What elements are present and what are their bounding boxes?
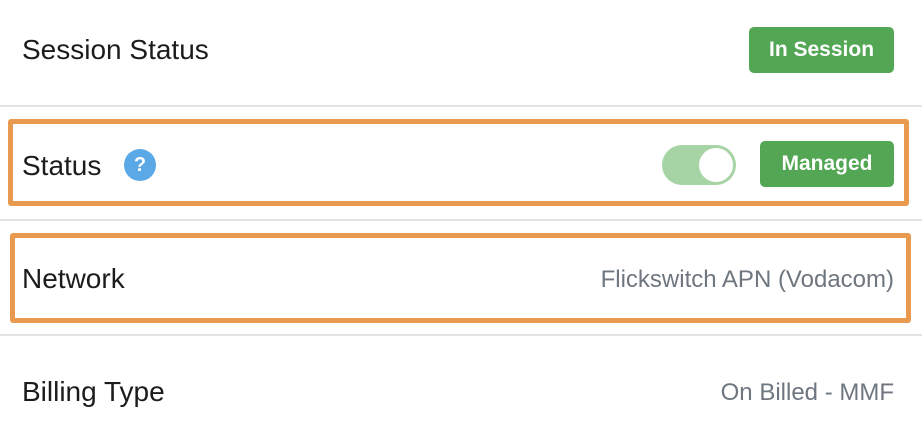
session-status-label: Session Status [22, 34, 209, 65]
session-status-row: Session Status In Session [0, 0, 922, 106]
billing-type-value: On Billed - MMF [720, 379, 894, 406]
sim-details-panel: Session Status In Session Status ? Manag… [0, 0, 922, 442]
billing-type-row: Billing Type On Billed - MMF [0, 336, 922, 442]
network-value: Flickswitch APN (Vodacom) [600, 266, 894, 293]
toggle-knob [699, 148, 733, 182]
status-label: Status [22, 150, 102, 181]
question-circle-icon[interactable]: ? [124, 149, 156, 181]
session-status-badge: In Session [749, 27, 894, 73]
network-label: Network [22, 263, 125, 294]
managed-badge: Managed [760, 141, 894, 187]
network-row: Network Flickswitch APN (Vodacom) [0, 221, 922, 334]
status-toggle[interactable] [662, 145, 736, 185]
billing-type-label: Billing Type [22, 376, 165, 407]
